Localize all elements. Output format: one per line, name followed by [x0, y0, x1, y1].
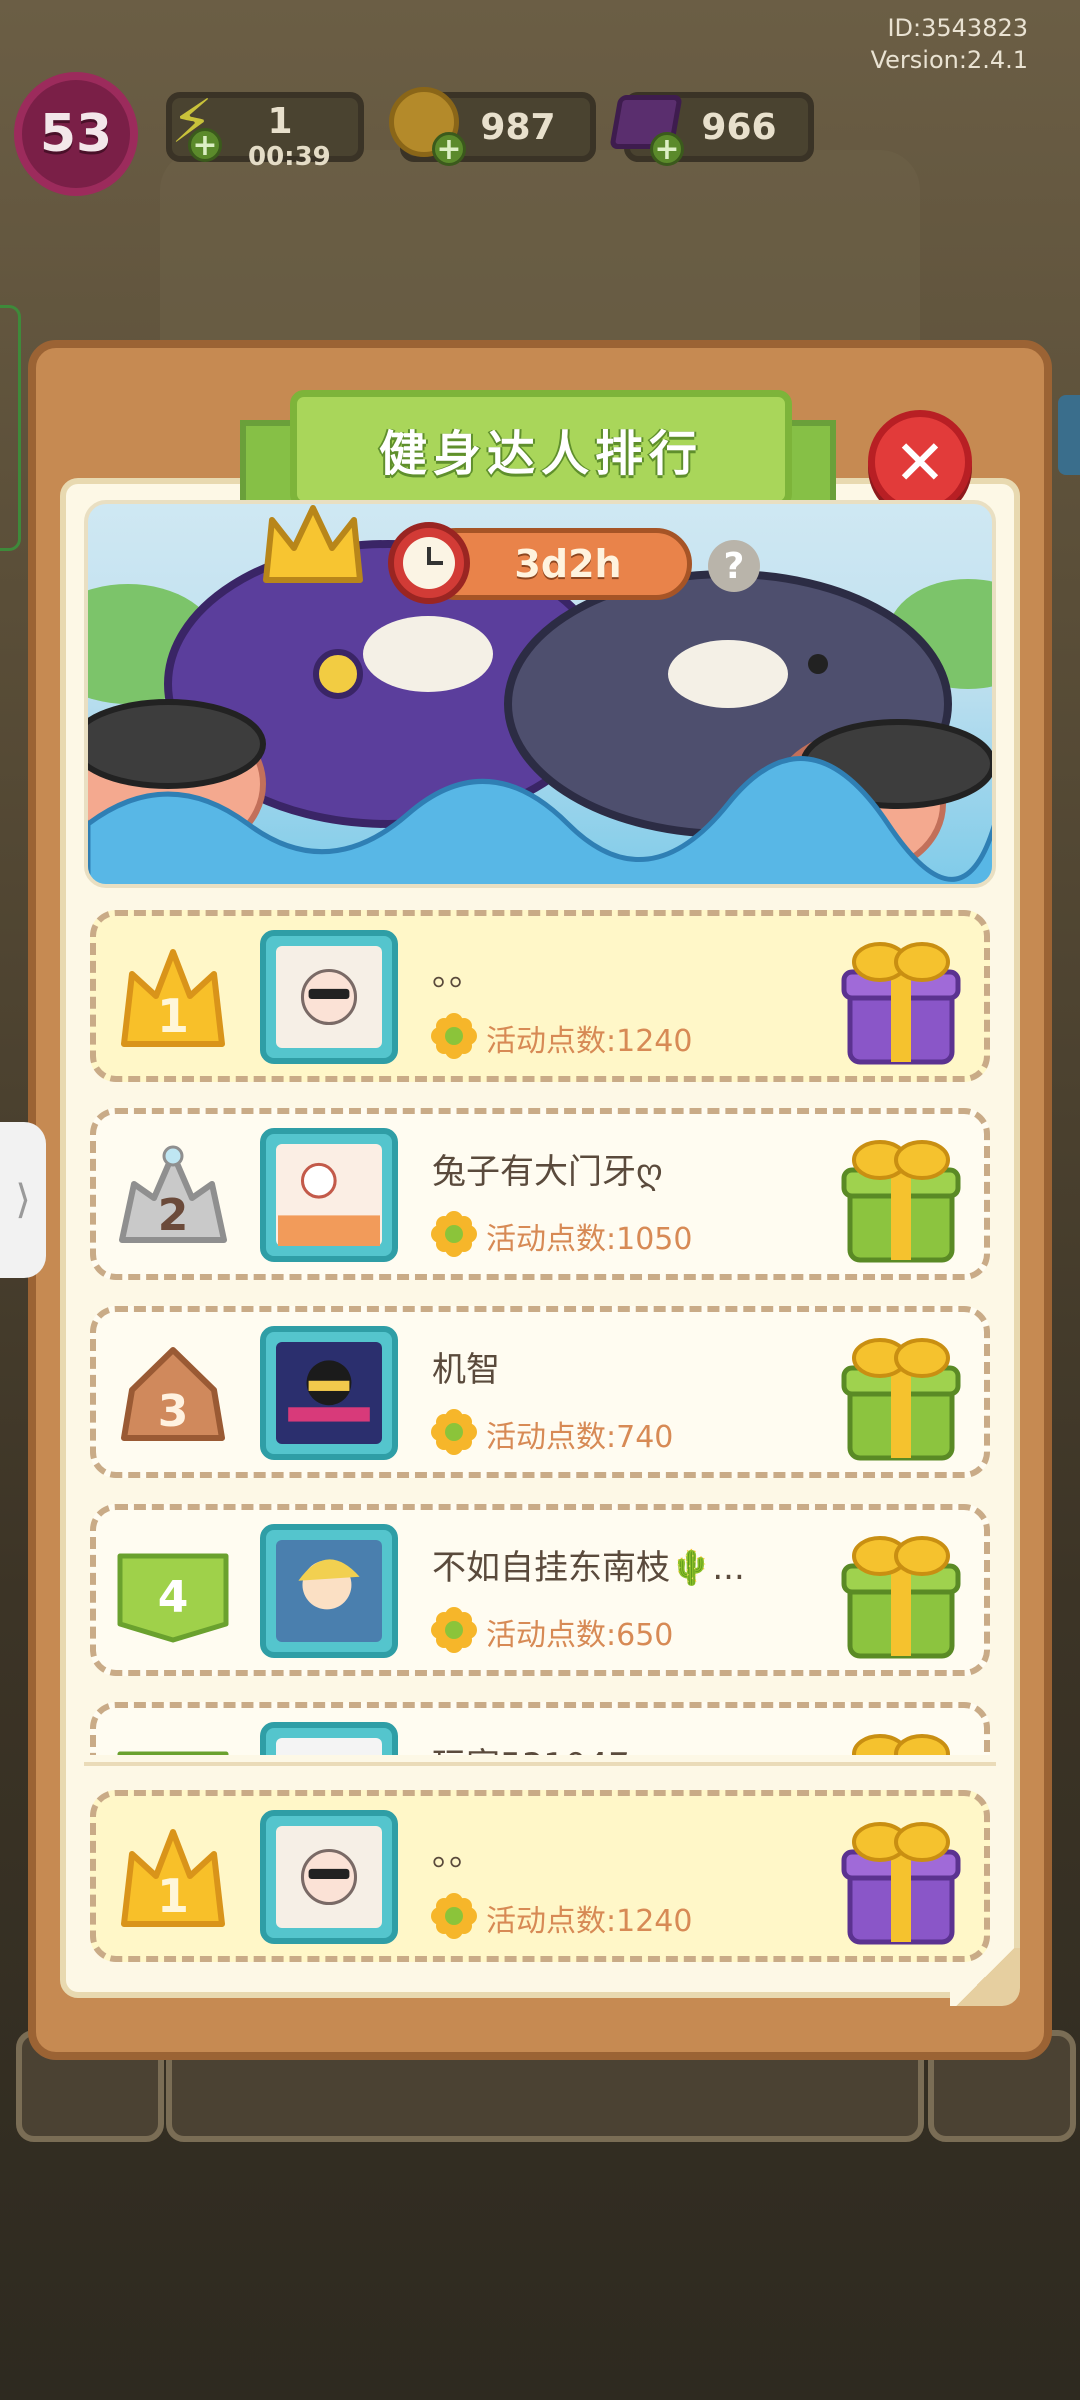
- avatar[interactable]: [260, 1722, 398, 1755]
- leaderboard-row[interactable]: 4 不如自挂东南枝🌵... 活动点数:650: [90, 1504, 990, 1676]
- add-coins-icon[interactable]: +: [432, 132, 466, 167]
- side-drawer-handle[interactable]: ⟩: [0, 1122, 46, 1278]
- points-label: 活动点数:1050: [486, 1222, 693, 1257]
- player-name: 玩家531047: [432, 1738, 630, 1755]
- event-timer-value: 3d2h: [514, 542, 622, 586]
- rank-number: 1: [157, 1869, 189, 1923]
- avatar[interactable]: [260, 1524, 398, 1658]
- green-gift-icon[interactable]: [836, 1328, 966, 1464]
- gold-rank-badge-icon: 1: [121, 1829, 225, 1927]
- points-label: 活动点数:650: [486, 1618, 674, 1653]
- points-label: 活动点数:740: [486, 1420, 674, 1455]
- silver-rank-badge-icon: 2: [119, 1145, 227, 1243]
- energy-value: 1: [267, 100, 293, 142]
- purple-gift-icon[interactable]: [836, 1812, 966, 1948]
- my-rank-row[interactable]: 1 。。 活动点数:1240: [90, 1790, 990, 1962]
- side-panel-edge: [0, 305, 21, 551]
- build-info: ID:3543823 Version:2.4.1: [871, 12, 1028, 76]
- add-energy-icon[interactable]: +: [188, 128, 222, 163]
- leaderboard-row[interactable]: 2 兔子有大门牙ღ 活动点数:1050: [90, 1108, 990, 1280]
- green-rank-badge-icon: 5: [117, 1751, 229, 1755]
- close-button[interactable]: ✕: [868, 410, 972, 514]
- gold-rank-badge-icon: 1: [121, 949, 225, 1047]
- flower-icon: [431, 1893, 477, 1939]
- avatar[interactable]: [260, 1810, 398, 1944]
- modal-title: 健身达人排行: [378, 426, 703, 482]
- leaderboard-row[interactable]: 3 机智 活动点数:740: [90, 1306, 990, 1478]
- help-button[interactable]: ?: [708, 540, 760, 592]
- close-icon: ✕: [894, 425, 946, 499]
- clock-icon: [388, 522, 470, 604]
- gem-value: 966: [701, 106, 777, 148]
- level-badge[interactable]: 53: [14, 72, 138, 196]
- points-label: 活动点数:1240: [486, 1024, 693, 1059]
- player-name: 。。: [432, 954, 483, 994]
- chevron-right-icon: ⟩: [15, 1177, 31, 1223]
- rank-number: 2: [158, 1190, 189, 1241]
- energy-timer: 00:39: [248, 142, 331, 172]
- player-name: 。。: [432, 1834, 483, 1874]
- player-name: 不如自挂东南枝🌵...: [432, 1548, 745, 1588]
- coin-value: 987: [480, 106, 556, 148]
- flower-icon: [431, 1013, 477, 1059]
- crown-icon: [263, 505, 363, 583]
- player-name: 兔子有大门牙ღ: [432, 1152, 663, 1192]
- rank-number: 1: [157, 989, 189, 1043]
- green-gift-icon[interactable]: [836, 1130, 966, 1266]
- player-name: 机智: [432, 1350, 500, 1390]
- flower-icon: [431, 1211, 477, 1257]
- add-gems-icon[interactable]: +: [650, 132, 684, 167]
- flower-icon: [431, 1607, 477, 1653]
- level-number: 53: [39, 104, 113, 164]
- green-rank-badge-icon: 4: [117, 1553, 229, 1643]
- purple-gift-icon[interactable]: [836, 932, 966, 1068]
- bronze-rank-badge-icon: 3: [121, 1347, 225, 1441]
- player-id: ID:3543823: [887, 14, 1028, 42]
- version-label: Version:2.4.1: [870, 46, 1028, 74]
- avatar[interactable]: [260, 930, 398, 1064]
- leaderboard-row[interactable]: 5 玩家531047: [90, 1702, 990, 1755]
- flower-icon: [431, 1409, 477, 1455]
- avatar[interactable]: [260, 1326, 398, 1460]
- my-rank-panel: 1 。。 活动点数:1240: [84, 1762, 996, 1980]
- points-label: 活动点数:1240: [486, 1904, 693, 1939]
- leaderboard-list[interactable]: 1 。。 活动点数:1240 2 兔子有大门牙ღ 活动点数:1050 3 机智 …: [84, 900, 996, 1755]
- green-gift-icon[interactable]: [836, 1724, 966, 1755]
- title-banner: 健身达人排行: [290, 390, 792, 508]
- rank-number: 3: [158, 1386, 189, 1437]
- avatar[interactable]: [260, 1128, 398, 1262]
- leaderboard-row[interactable]: 1 。。 活动点数:1240: [90, 910, 990, 1082]
- rank-number: 4: [158, 1572, 189, 1623]
- green-gift-icon[interactable]: [836, 1526, 966, 1662]
- side-tab-right: [1058, 395, 1080, 475]
